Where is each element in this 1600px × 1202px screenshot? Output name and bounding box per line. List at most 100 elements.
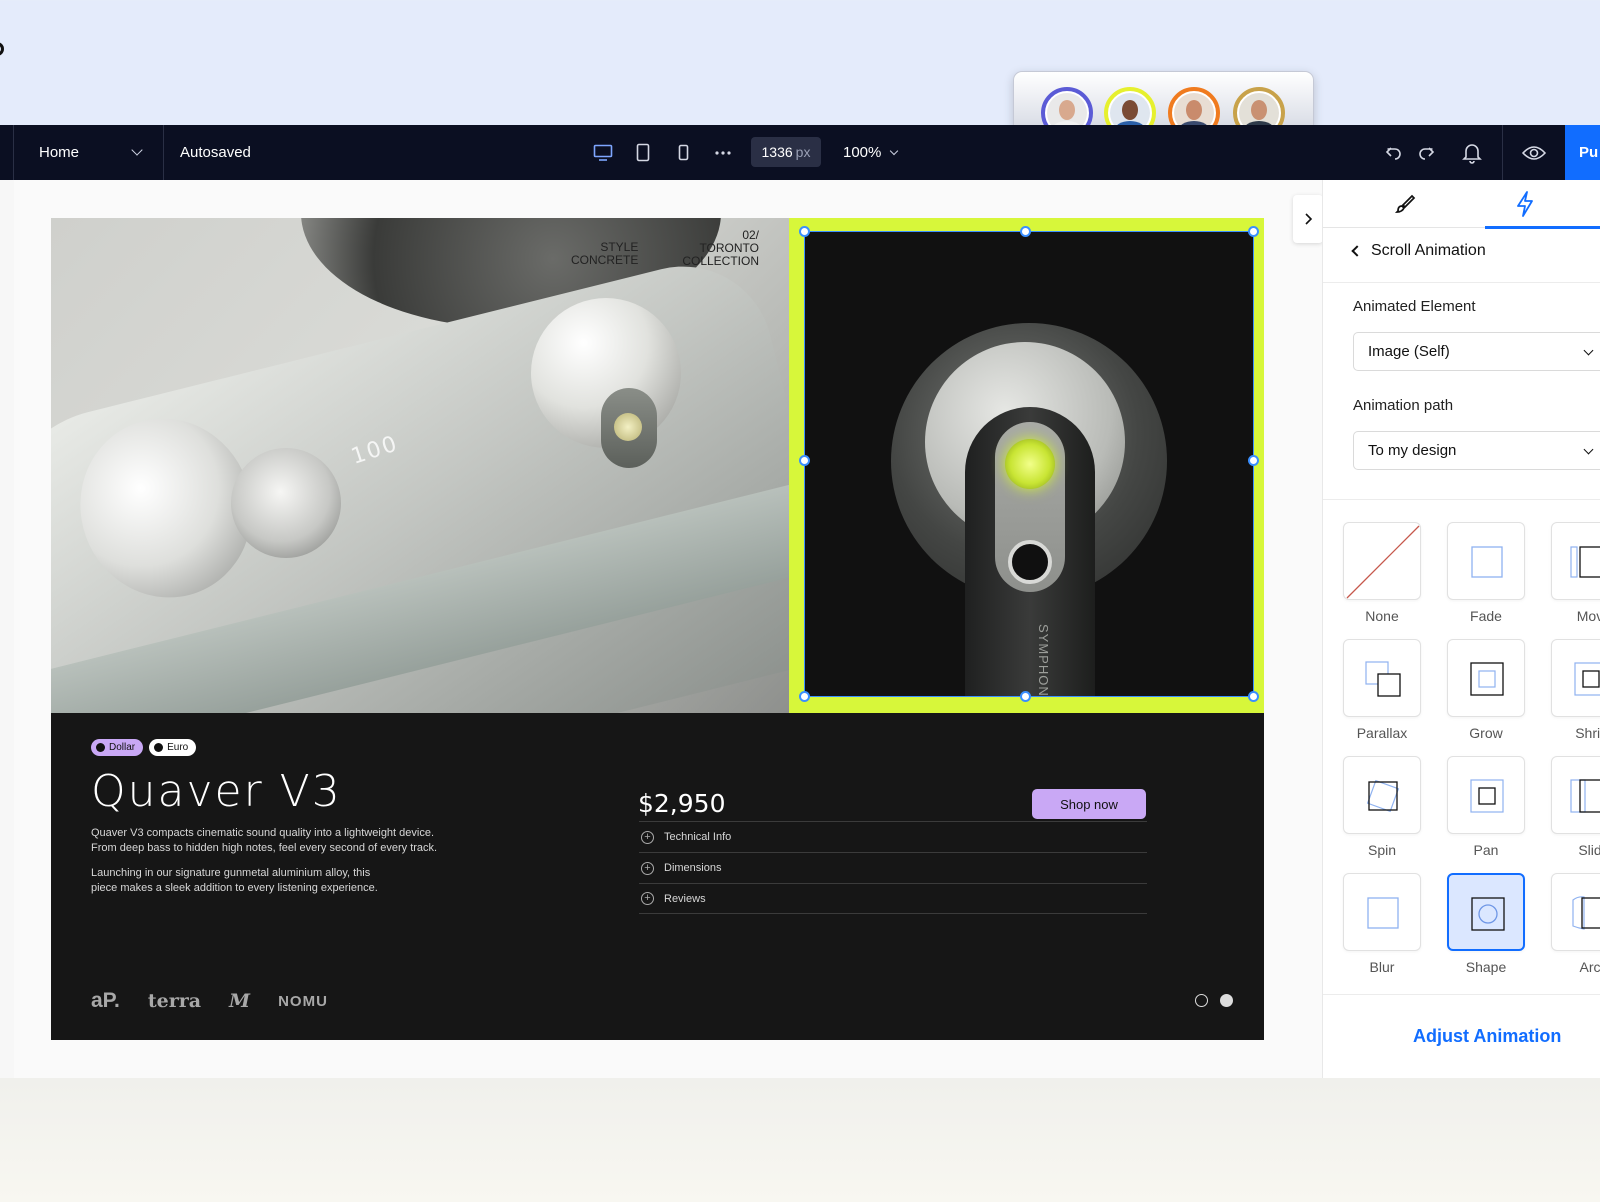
currency-euro[interactable]: Euro [149,739,197,756]
anim-tile [1447,522,1525,600]
accordion-reviews[interactable]: + Reviews [639,883,1147,914]
anim-tile [1551,522,1600,600]
anim-spin[interactable]: Spin [1343,756,1421,858]
meta-line: COLLECTION [682,254,759,268]
radio-dot [96,743,105,752]
anim-parallax[interactable]: Parallax [1343,639,1421,741]
anim-tile [1551,756,1600,834]
pagination-dot[interactable] [1195,994,1208,1007]
anim-tile [1343,873,1421,951]
anim-label: Spin [1367,842,1397,858]
publish-button[interactable]: Pu [1565,125,1600,180]
anim-move[interactable]: Mov [1551,522,1600,624]
lightning-icon [1517,191,1533,217]
chevron-down-icon [890,146,899,155]
anim-slide[interactable]: Slid [1551,756,1600,858]
resize-handle[interactable] [799,455,810,466]
hero-meta-style: STYLE CONCRETE [571,241,638,267]
pan-icon [1470,779,1504,813]
ellipsis-icon[interactable] [712,142,734,164]
mobile-icon[interactable] [672,142,694,164]
anim-arc[interactable]: Arc [1551,873,1600,975]
anim-label: Grow [1469,725,1503,741]
hero-image-earbuds[interactable]: 100 STYLE CONCRETE 02/ TORONTO COLLECTIO… [51,218,789,713]
none-icon [1346,525,1420,599]
panel-collapse-button[interactable] [1293,195,1323,243]
pagination-dot-active[interactable] [1220,994,1233,1007]
anim-grow[interactable]: Grow [1447,639,1525,741]
anim-none[interactable]: None [1343,522,1421,624]
preview-eye-icon[interactable] [1503,125,1565,180]
product-description: Quaver V3 compacts cinematic sound quali… [91,826,471,856]
resize-handle[interactable] [799,226,810,237]
back-arrow-icon[interactable] [1351,245,1363,257]
zoom-selector[interactable]: 100% [843,125,899,180]
device-vertical-text: SYMPHON [1036,624,1051,697]
logo-fragment [0,42,4,56]
resize-handle[interactable] [1020,691,1031,702]
animated-element-dropdown[interactable]: Image (Self) [1353,332,1600,371]
page-backdrop [0,1078,1600,1202]
earbud-left-tip [231,448,341,558]
accordion-label: Technical Info [664,831,732,843]
selected-image-frame[interactable]: SYMPHON [789,218,1264,713]
resize-handle[interactable] [1020,226,1031,237]
tablet-icon[interactable] [632,142,654,164]
resize-handle[interactable] [799,691,810,702]
divider [1323,994,1600,995]
hero-image-device[interactable]: SYMPHON [804,231,1254,697]
accordion-technical-info[interactable]: + Technical Info [639,821,1147,852]
canvas-width-field[interactable]: 1336 px [751,137,821,167]
anim-shape[interactable]: Shape [1447,873,1525,975]
anim-tile [1343,522,1421,600]
section-title: Scroll Animation [1371,242,1486,259]
currency-switcher: Dollar Euro [91,739,197,756]
spin-icon [1366,779,1400,813]
undo-icon[interactable] [1378,125,1410,180]
currency-label: Dollar [109,742,136,753]
animation-path-dropdown[interactable]: To my design [1353,431,1600,470]
partner-logo: M [229,990,251,1012]
dropdown-value: To my design [1368,442,1457,459]
inspector-panel: Scroll Animation Animated Element Image … [1322,180,1600,1078]
accordion-dimensions[interactable]: + Dimensions [639,852,1147,883]
resize-handle[interactable] [1248,455,1259,466]
anim-pan[interactable]: Pan [1447,756,1525,858]
notifications-bell-icon[interactable] [1456,125,1488,180]
anim-blur[interactable]: Blur [1343,873,1421,975]
tab-design[interactable] [1365,180,1445,228]
earbud-right [531,298,681,468]
product-description-2: Launching in our signature gunmetal alum… [91,866,471,896]
anim-tile [1551,873,1600,951]
adjust-animation-link[interactable]: Adjust Animation [1323,1026,1600,1047]
slider-pagination [1195,994,1233,1007]
section-header[interactable]: Scroll Animation [1351,242,1486,260]
anim-tile [1551,639,1600,717]
chevron-down-icon [1583,444,1594,455]
currency-dollar[interactable]: Dollar [91,739,144,756]
anim-fade[interactable]: Fade [1447,522,1525,624]
topbar-menu-stub[interactable] [0,125,14,180]
shrink-icon [1574,662,1600,696]
anim-shrink[interactable]: Shrir [1551,639,1600,741]
product-price: $2,950 [638,789,726,818]
site-section[interactable]: 100 STYLE CONCRETE 02/ TORONTO COLLECTIO… [51,218,1264,1040]
desktop-icon[interactable] [592,142,614,164]
shop-now-button[interactable]: Shop now [1032,789,1146,819]
divider [1323,499,1600,500]
description-line: Quaver V3 compacts cinematic sound quali… [91,827,435,839]
fade-icon [1471,546,1503,578]
currency-label: Euro [167,742,189,753]
redo-icon[interactable] [1410,125,1442,180]
dropdown-value: Image (Self) [1368,343,1450,360]
anim-label: Arc [1579,959,1600,975]
inspector-tabs [1323,180,1600,229]
anim-label: Parallax [1356,725,1408,741]
resize-handle[interactable] [1248,226,1259,237]
tab-animation[interactable] [1485,180,1600,229]
chevron-down-icon [131,144,143,156]
earbud-light [614,413,642,441]
page-selector[interactable]: Home [14,125,164,180]
resize-handle[interactable] [1248,691,1259,702]
device-hole [1008,540,1052,584]
